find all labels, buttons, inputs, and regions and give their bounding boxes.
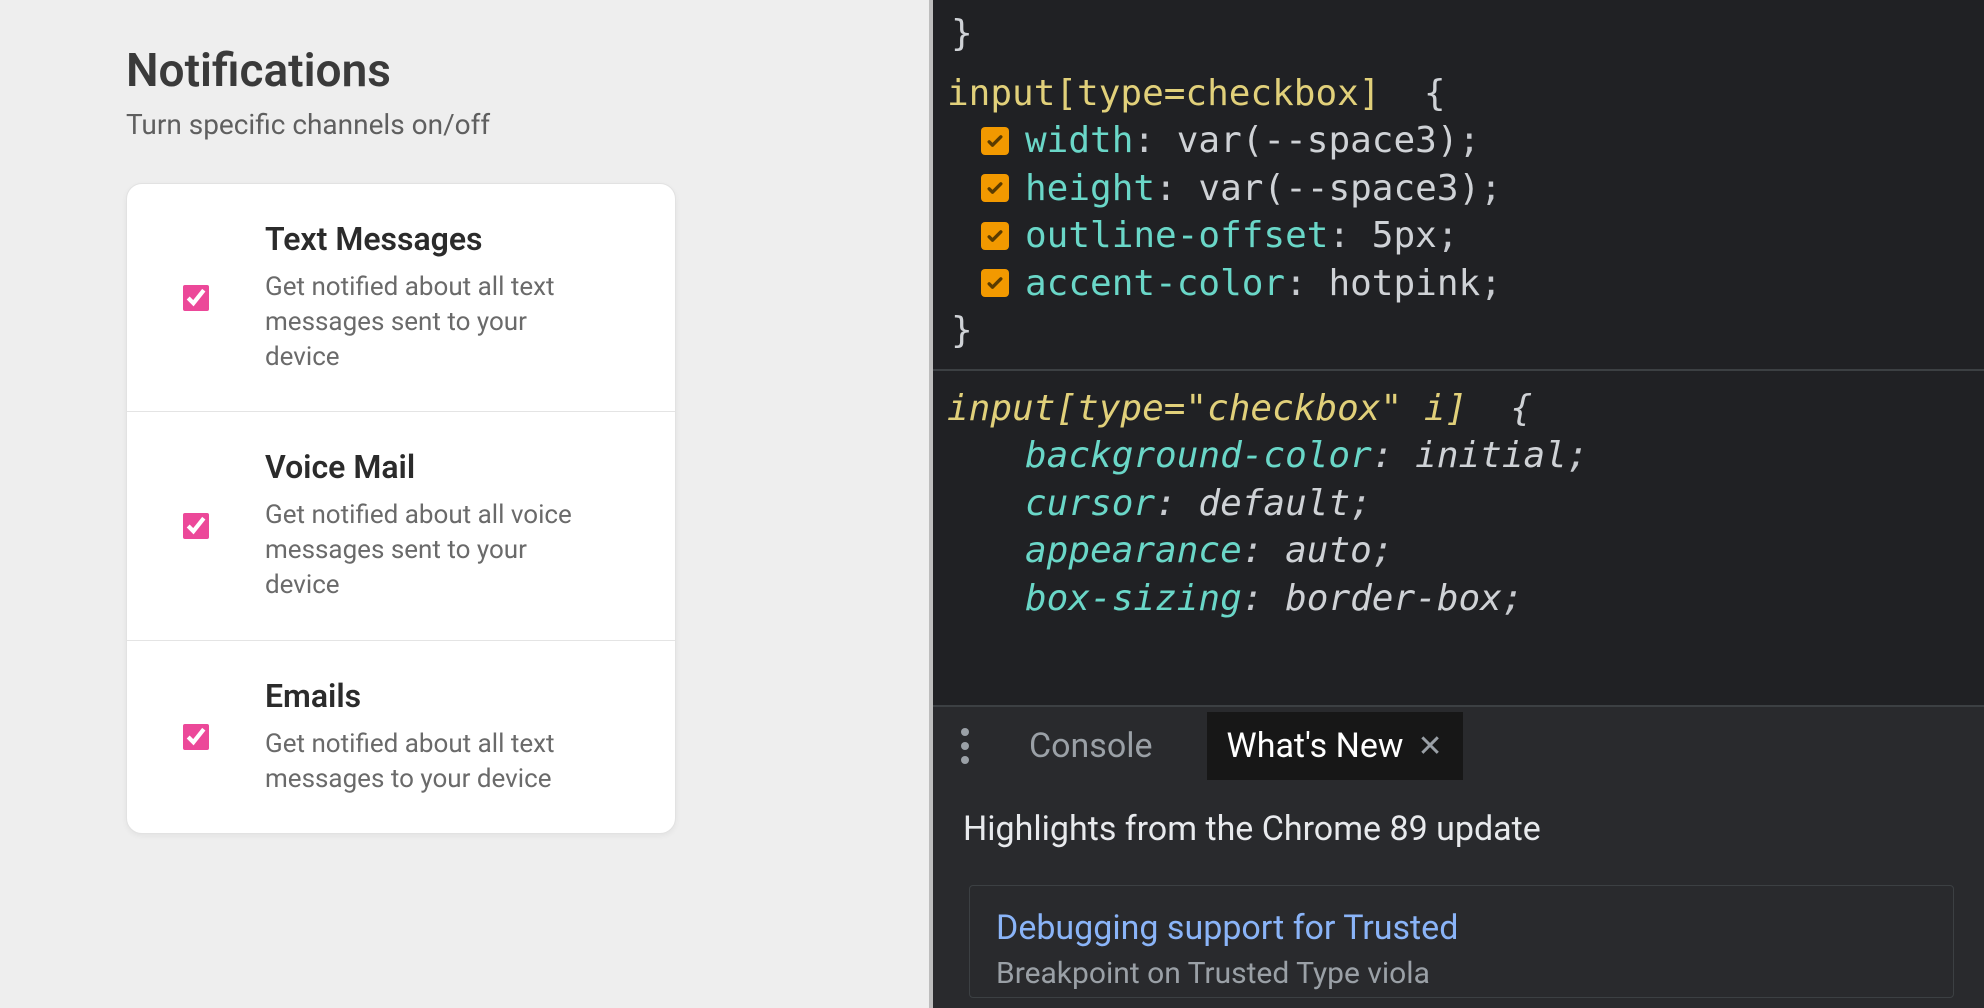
css-property[interactable]: box-sizing bbox=[1025, 575, 1242, 623]
css-property[interactable]: cursor bbox=[1025, 480, 1155, 528]
whats-new-item[interactable]: Debugging support for Trusted Breakpoint… bbox=[969, 885, 1954, 998]
css-rule-ua-checkbox: input[type="checkbox" i] { background-co… bbox=[947, 385, 1984, 623]
checkbox-voice-mail[interactable] bbox=[183, 513, 209, 539]
drawer-tabstrip: Console What's New ✕ bbox=[933, 707, 1984, 785]
selector[interactable]: input[type="checkbox" i] bbox=[947, 388, 1467, 429]
property-toggle-icon[interactable] bbox=[981, 269, 1009, 297]
tab-whats-new[interactable]: What's New ✕ bbox=[1207, 712, 1463, 780]
css-value[interactable]: hotpink bbox=[1328, 260, 1480, 308]
declaration[interactable]: appearance: auto; bbox=[947, 527, 1984, 575]
notification-card: Text Messages Get notified about all tex… bbox=[126, 183, 676, 834]
css-property[interactable]: appearance bbox=[1025, 527, 1242, 575]
row-title: Text Messages bbox=[265, 220, 645, 258]
property-toggle-icon[interactable] bbox=[981, 127, 1009, 155]
whats-new-subtext: Breakpoint on Trusted Type viola bbox=[996, 956, 1927, 991]
css-value[interactable]: initial bbox=[1415, 432, 1567, 480]
declaration[interactable]: width: var(--space3); bbox=[947, 117, 1984, 165]
checkbox-emails[interactable] bbox=[183, 724, 209, 750]
css-property[interactable]: outline-offset bbox=[1025, 212, 1328, 260]
row-desc: Get notified about all text messages to … bbox=[265, 727, 585, 797]
styles-pane[interactable]: } input[type=checkbox] { width: var(--sp… bbox=[933, 0, 1984, 705]
declaration[interactable]: accent-color: hotpink; bbox=[947, 260, 1984, 308]
row-desc: Get notified about all text messages sen… bbox=[265, 270, 585, 375]
whats-new-link[interactable]: Debugging support for Trusted bbox=[996, 908, 1927, 948]
close-icon[interactable]: ✕ bbox=[1418, 729, 1443, 764]
property-toggle-icon[interactable] bbox=[981, 222, 1009, 250]
page-title: Notifications bbox=[126, 44, 803, 98]
declaration[interactable]: height: var(--space3); bbox=[947, 165, 1984, 213]
declaration[interactable]: background-color: initial; bbox=[947, 432, 1984, 480]
rendered-page: Notifications Turn specific channels on/… bbox=[0, 0, 933, 1008]
selector[interactable]: input[type=checkbox] bbox=[947, 73, 1380, 114]
rule-separator bbox=[933, 369, 1984, 371]
css-value[interactable]: 5px bbox=[1372, 212, 1437, 260]
brace-open: { bbox=[1511, 388, 1533, 429]
css-property[interactable]: height bbox=[1025, 165, 1155, 213]
devtools-panel: } input[type=checkbox] { width: var(--sp… bbox=[933, 0, 1984, 1008]
css-property[interactable]: width bbox=[1025, 117, 1133, 165]
brace-open: { bbox=[1424, 73, 1446, 114]
css-property[interactable]: background-color bbox=[1025, 432, 1372, 480]
row-title: Emails bbox=[265, 677, 645, 715]
brace-close: } bbox=[947, 13, 973, 54]
css-value[interactable]: default bbox=[1198, 480, 1350, 528]
whats-new-headline: Highlights from the Chrome 89 update bbox=[963, 809, 1954, 849]
checkbox-text-messages[interactable] bbox=[183, 285, 209, 311]
kebab-menu-icon[interactable] bbox=[955, 724, 975, 768]
css-rule-prev-close: } bbox=[947, 10, 1984, 58]
row-desc: Get notified about all voice messages se… bbox=[265, 498, 585, 603]
css-value[interactable]: border-box bbox=[1285, 575, 1502, 623]
tab-console[interactable]: Console bbox=[1009, 712, 1173, 780]
row-title: Voice Mail bbox=[265, 448, 645, 486]
devtools-drawer: Console What's New ✕ Highlights from the… bbox=[933, 705, 1984, 1008]
brace-close: } bbox=[947, 310, 973, 351]
notification-row-voice-mail: Voice Mail Get notified about all voice … bbox=[127, 412, 675, 640]
notification-row-emails: Emails Get notified about all text messa… bbox=[127, 641, 675, 833]
property-toggle-icon[interactable] bbox=[981, 174, 1009, 202]
tab-label: What's New bbox=[1227, 726, 1404, 766]
css-value[interactable]: var(--space3) bbox=[1177, 117, 1459, 165]
declaration[interactable]: outline-offset: 5px; bbox=[947, 212, 1984, 260]
css-rule-checkbox: input[type=checkbox] { width: var(--spac… bbox=[947, 70, 1984, 355]
page-subtitle: Turn specific channels on/off bbox=[126, 108, 803, 141]
notification-row-text-messages: Text Messages Get notified about all tex… bbox=[127, 184, 675, 412]
drawer-body: Highlights from the Chrome 89 update Deb… bbox=[933, 785, 1984, 1008]
declaration[interactable]: box-sizing: border-box; bbox=[947, 575, 1984, 623]
declaration[interactable]: cursor: default; bbox=[947, 480, 1984, 528]
css-value[interactable]: auto bbox=[1285, 527, 1372, 575]
css-property[interactable]: accent-color bbox=[1025, 260, 1285, 308]
css-value[interactable]: var(--space3) bbox=[1198, 165, 1480, 213]
